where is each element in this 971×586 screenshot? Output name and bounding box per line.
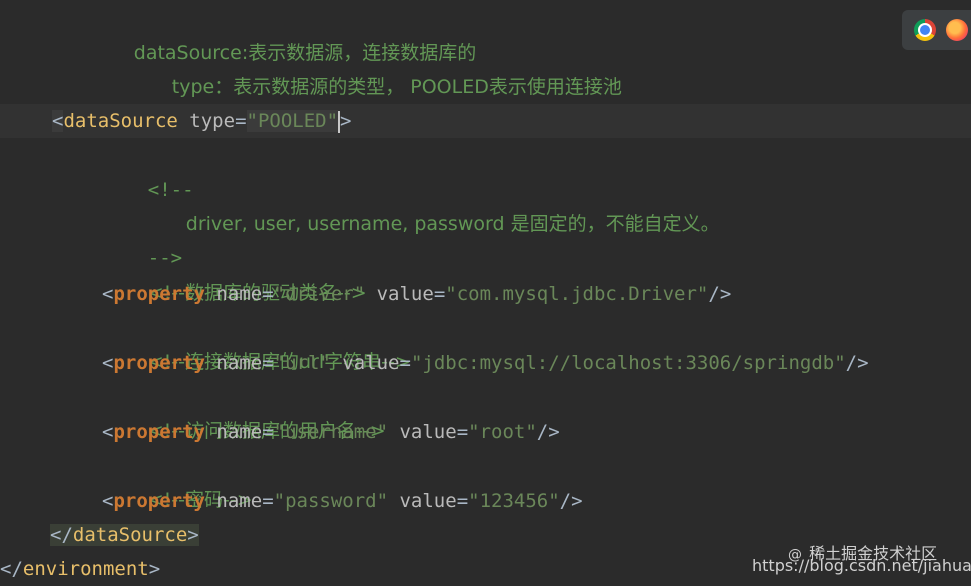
- code-line-2: type：表示数据源的类型， POOLED表示使用连接池: [0, 36, 971, 98]
- attr-value: "POOLED": [246, 110, 339, 132]
- code-line-15: <property name="password" value="123456"…: [102, 490, 583, 512]
- tag-name: property: [113, 352, 205, 374]
- attr-value: "123456": [468, 490, 560, 512]
- code-line-6: driver, user, username, password 是固定的，不能…: [0, 173, 971, 235]
- attr-value: "jdbc:mysql://localhost:3306/springdb": [410, 352, 846, 374]
- attr-name: name: [216, 352, 263, 374]
- code-line-7: -->: [0, 207, 971, 269]
- attr-value: "password": [273, 490, 389, 512]
- watermark-url: https://blog.csdn.net/jiahuan_: [752, 556, 971, 575]
- attr-name: name: [216, 490, 263, 512]
- browser-icons-panel: [902, 10, 971, 50]
- attr-name: value: [399, 490, 457, 512]
- code-line-8: <!--数据库的驱动类名-->: [0, 242, 971, 304]
- code-line-4: <dataSource type="POOLED" >: [0, 104, 971, 138]
- code-line-10: <!--连接数据库的url字符串-->: [0, 311, 971, 373]
- tag-name: dataSource: [72, 524, 188, 546]
- code-line-13: <property name="username" value="root"/>: [102, 421, 560, 443]
- attr-name: value: [376, 283, 434, 305]
- attr-value: "root": [468, 421, 537, 443]
- tag-name: environment: [22, 558, 149, 580]
- chrome-icon[interactable]: [914, 19, 936, 41]
- attr-name: name: [216, 421, 263, 443]
- code-line-5: <!--: [0, 139, 971, 201]
- tag-name: property: [113, 283, 205, 305]
- code-line-14: <!--密码-->: [0, 449, 971, 511]
- attr-value: "url": [273, 352, 331, 374]
- attr-name: value: [342, 352, 400, 374]
- attr-value: "username": [273, 421, 389, 443]
- attr-value: "com.mysql.jdbc.Driver": [445, 283, 709, 305]
- code-line-12: <!--访问数据库的用户名-->: [0, 380, 971, 442]
- code-line-11: <property name="url" value="jdbc:mysql:/…: [102, 352, 869, 374]
- attr-name: type: [189, 110, 236, 132]
- tag-name: property: [113, 490, 205, 512]
- attr-value: "driver": [273, 283, 366, 305]
- attr-name: value: [399, 421, 457, 443]
- firefox-icon[interactable]: [946, 19, 968, 41]
- code-line-3: -->: [0, 70, 971, 132]
- code-line-9: <property name="driver" value="com.mysql…: [102, 283, 732, 305]
- code-editor[interactable]: dataSource:表示数据源，连接数据库的 type：表示数据源的类型， P…: [0, 0, 971, 583]
- attr-name: name: [216, 283, 263, 305]
- code-line-1: dataSource:表示数据源，连接数据库的: [0, 2, 971, 64]
- tag-name: dataSource: [63, 110, 178, 132]
- tag-name: property: [113, 421, 205, 443]
